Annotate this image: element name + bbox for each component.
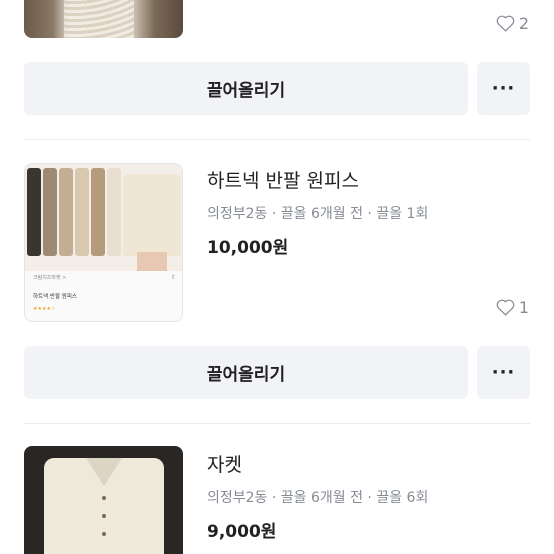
product-thumbnail[interactable]: 크림치즈마켓 > ⇧ 하트넥 반팔 원피스 ★★★★☆ <box>24 163 183 322</box>
divider <box>24 423 530 424</box>
product-title[interactable]: 하트넥 반팔 원피스 <box>207 166 359 193</box>
product-title[interactable]: 자켓 <box>207 450 242 477</box>
product-meta: 의정부2동 · 끌올 6개월 전 · 끌올 1회 <box>207 206 429 222</box>
share-icon: ⇧ <box>170 274 176 281</box>
divider <box>24 139 530 140</box>
bump-button[interactable]: 끌어올리기 <box>24 62 468 115</box>
bump-button[interactable]: 끌어올리기 <box>24 346 468 399</box>
more-options-button[interactable]: ··· <box>477 346 530 399</box>
product-price: 9,000원 <box>207 522 277 542</box>
heart-icon <box>496 15 515 32</box>
more-options-button[interactable]: ··· <box>477 62 530 115</box>
like-count-value: 1 <box>518 298 529 317</box>
thumb-shop-name: 크림치즈마켓 > <box>33 275 67 281</box>
product-thumbnail[interactable] <box>24 0 183 38</box>
like-count-value: 2 <box>518 14 529 33</box>
heart-icon <box>496 299 515 316</box>
like-count: 2 <box>496 14 529 33</box>
product-thumbnail[interactable] <box>24 446 183 554</box>
thumb-product-name: 하트넥 반팔 원피스 <box>33 294 77 300</box>
like-count: 1 <box>496 298 529 317</box>
product-meta: 의정부2동 · 끌올 6개월 전 · 끌올 6회 <box>207 490 429 506</box>
product-price: 10,000원 <box>207 238 289 258</box>
thumb-rating: ★★★★☆ <box>33 306 56 312</box>
